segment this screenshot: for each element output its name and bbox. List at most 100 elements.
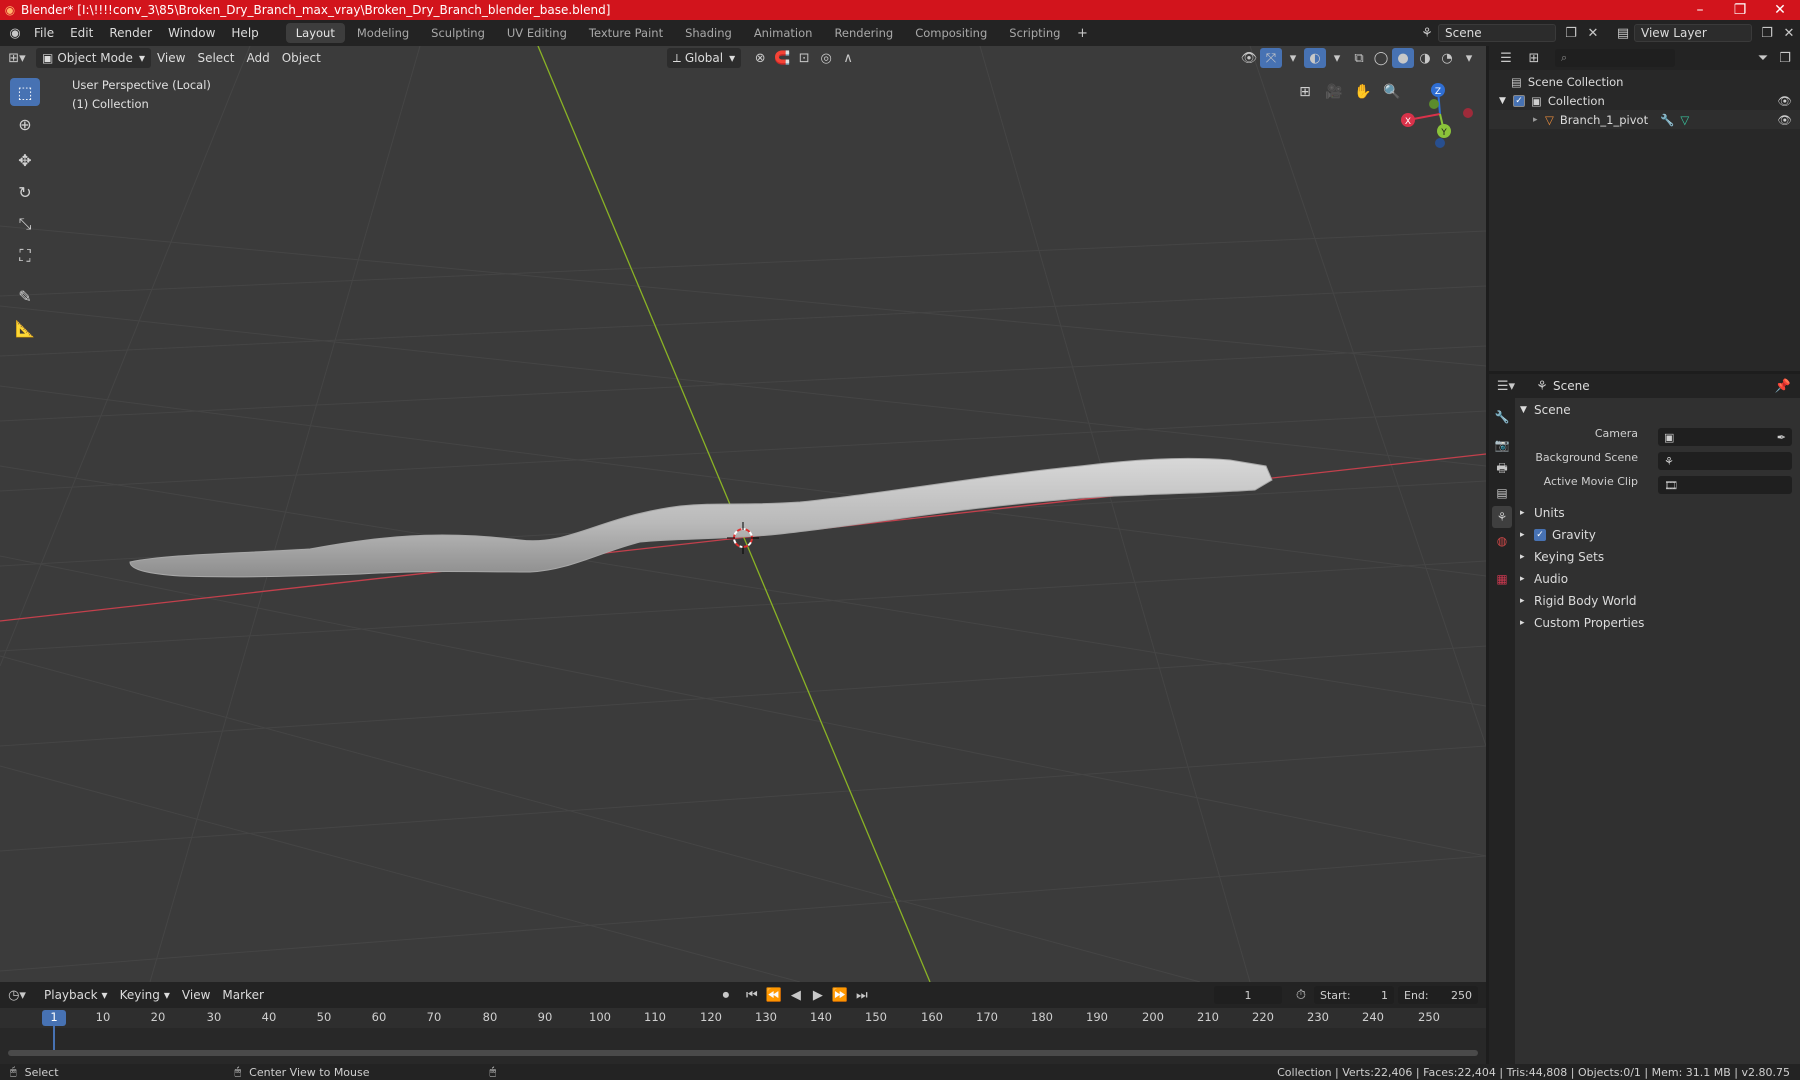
menu-render[interactable]: Render bbox=[101, 20, 160, 46]
shading-dropdown-icon[interactable]: ▾ bbox=[1458, 48, 1480, 68]
proportional-edit-icon[interactable]: ◎ bbox=[815, 48, 837, 68]
keying-sets-subpanel[interactable]: ▸ Keying Sets bbox=[1520, 547, 1798, 567]
menu-add[interactable]: Add bbox=[240, 48, 275, 68]
scene-selector[interactable]: Scene bbox=[1438, 24, 1556, 42]
expand-arrow-icon[interactable]: ▼ bbox=[1499, 96, 1513, 106]
solid-shading-icon[interactable]: ● bbox=[1392, 48, 1414, 68]
scene-browse-icon[interactable]: ⚘ bbox=[1416, 23, 1438, 43]
tool-tab-icon[interactable]: 🔧 bbox=[1492, 406, 1512, 428]
eye-icon[interactable]: 👁 bbox=[1777, 94, 1792, 108]
gravity-subpanel[interactable]: ▸ ✓ Gravity bbox=[1520, 525, 1798, 545]
tab-uv-editing[interactable]: UV Editing bbox=[497, 23, 577, 43]
render-tab-icon[interactable]: 📷 bbox=[1492, 434, 1512, 456]
units-subpanel[interactable]: ▸ Units bbox=[1520, 503, 1798, 523]
tab-rendering[interactable]: Rendering bbox=[824, 23, 903, 43]
view-layer-browse-icon[interactable]: ▤ bbox=[1612, 23, 1634, 43]
blender-menu-icon[interactable]: ◉ bbox=[4, 23, 26, 43]
new-scene-icon[interactable]: ❐ bbox=[1560, 23, 1582, 43]
pan-hand-icon[interactable]: ✋ bbox=[1351, 80, 1375, 104]
navigation-gizmo[interactable]: Z X Y bbox=[1401, 83, 1473, 148]
scale-icon[interactable]: ⤡ bbox=[10, 210, 40, 238]
select-box-icon[interactable]: ⬚ bbox=[10, 78, 40, 106]
background-scene-field[interactable]: ⚘ bbox=[1658, 452, 1792, 470]
menu-object[interactable]: Object bbox=[276, 48, 327, 68]
editor-type-icon[interactable]: ⊞▾ bbox=[6, 48, 28, 68]
overlays-icon[interactable]: ◐ bbox=[1304, 48, 1326, 68]
cursor-icon[interactable]: ⊕ bbox=[10, 110, 40, 138]
new-view-layer-icon[interactable]: ❐ bbox=[1756, 23, 1778, 43]
snap-target-icon[interactable]: ⊡ bbox=[793, 48, 815, 68]
modifier-wrench-icon[interactable]: 🔧 bbox=[1660, 113, 1674, 127]
pin-icon[interactable]: 📌 bbox=[1772, 376, 1794, 396]
tab-sculpting[interactable]: Sculpting bbox=[421, 23, 495, 43]
tab-layout[interactable]: Layout bbox=[285, 23, 345, 43]
jump-keyframe-forward-icon[interactable]: ⏩ bbox=[829, 985, 851, 1005]
current-frame-field[interactable]: 1 bbox=[1214, 986, 1282, 1004]
mesh-data-icon[interactable]: ▽ bbox=[1680, 113, 1689, 127]
properties-editor-type-icon[interactable]: ☰▾ bbox=[1495, 376, 1517, 396]
falloff-icon[interactable]: ∧ bbox=[837, 48, 859, 68]
menu-window[interactable]: Window bbox=[160, 20, 223, 46]
outliner-row-branch[interactable]: ▸ ▽ Branch_1_pivot 🔧 ▽ 👁 bbox=[1489, 110, 1800, 129]
filter-icon[interactable]: ⏷ bbox=[1752, 48, 1774, 68]
menu-file[interactable]: File bbox=[26, 20, 62, 46]
menu-keying[interactable]: Keying ▾ bbox=[114, 985, 176, 1005]
jump-start-icon[interactable]: ⏮ bbox=[741, 985, 763, 1005]
stopwatch-icon[interactable]: ⏱ bbox=[1290, 985, 1312, 1005]
tab-shading[interactable]: Shading bbox=[675, 23, 742, 43]
toggle-camera-view-icon[interactable]: ⊞ bbox=[1293, 80, 1317, 104]
collection-checkbox[interactable]: ✓ bbox=[1513, 94, 1525, 107]
world-tab-icon[interactable]: ◍ bbox=[1492, 530, 1512, 552]
rotate-icon[interactable]: ↻ bbox=[10, 178, 40, 206]
material-shading-icon[interactable]: ◑ bbox=[1414, 48, 1436, 68]
visibility-icon[interactable]: 👁 bbox=[1238, 48, 1260, 68]
menu-timeline-view[interactable]: View bbox=[176, 985, 216, 1005]
custom-properties-subpanel[interactable]: ▸ Custom Properties bbox=[1520, 613, 1798, 633]
record-icon[interactable]: ⏺ bbox=[715, 985, 737, 1005]
eyedropper-icon[interactable]: ✒ bbox=[1777, 431, 1786, 444]
active-movie-clip-field[interactable]: 🎞 bbox=[1658, 476, 1792, 494]
jump-keyframe-back-icon[interactable]: ⏪ bbox=[763, 985, 785, 1005]
play-icon[interactable]: ▶ bbox=[807, 985, 829, 1005]
close-icon[interactable]: ✕ bbox=[1760, 0, 1800, 20]
timeline-scrollbar[interactable] bbox=[8, 1050, 1478, 1056]
texture-tab-icon[interactable]: ▦ bbox=[1492, 568, 1512, 590]
overlays-dropdown-icon[interactable]: ▾ bbox=[1326, 48, 1348, 68]
pivot-point-icon[interactable]: ⊗ bbox=[749, 48, 771, 68]
add-workspace-icon[interactable]: + bbox=[1071, 23, 1093, 43]
outliner-editor-type-icon[interactable]: ☰ bbox=[1495, 48, 1517, 68]
snap-icon[interactable]: 🧲 bbox=[771, 48, 793, 68]
minimize-icon[interactable]: – bbox=[1680, 0, 1720, 20]
tab-scripting[interactable]: Scripting bbox=[999, 23, 1070, 43]
start-frame-field[interactable]: Start: 1 bbox=[1314, 986, 1394, 1004]
3d-viewport[interactable]: Z X Y ⬚ ⊕ ✥ ↻ ⤡ ⛶ ✎ 📐 User Perspective (… bbox=[0, 46, 1486, 982]
outliner-search-input[interactable]: ⌕ bbox=[1555, 49, 1675, 67]
menu-playback[interactable]: Playback ▾ bbox=[38, 985, 114, 1005]
delete-scene-icon[interactable]: ✕ bbox=[1582, 23, 1604, 43]
gravity-checkbox[interactable]: ✓ bbox=[1534, 529, 1546, 541]
view-layer-selector[interactable]: View Layer bbox=[1634, 24, 1752, 42]
camera-field[interactable]: ▣ ✒ bbox=[1658, 428, 1792, 446]
outliner-row-scene-collection[interactable]: ▤ Scene Collection bbox=[1489, 72, 1800, 91]
transform-icon[interactable]: ⛶ bbox=[10, 242, 40, 270]
tab-compositing[interactable]: Compositing bbox=[905, 23, 997, 43]
scene-tab-icon[interactable]: ⚘ bbox=[1492, 506, 1512, 528]
menu-help[interactable]: Help bbox=[223, 20, 266, 46]
overlay-dropdown-icon[interactable]: ▾ bbox=[1282, 48, 1304, 68]
new-collection-icon[interactable]: ❐ bbox=[1774, 48, 1796, 68]
audio-subpanel[interactable]: ▸ Audio bbox=[1520, 569, 1798, 589]
annotate-icon[interactable]: ✎ bbox=[10, 282, 40, 310]
tab-texture-paint[interactable]: Texture Paint bbox=[579, 23, 673, 43]
xray-icon[interactable]: ⧉ bbox=[1348, 48, 1370, 68]
menu-marker[interactable]: Marker bbox=[216, 985, 269, 1005]
wireframe-shading-icon[interactable]: ◯ bbox=[1370, 48, 1392, 68]
delete-view-layer-icon[interactable]: ✕ bbox=[1778, 23, 1800, 43]
menu-select[interactable]: Select bbox=[191, 48, 240, 68]
output-tab-icon[interactable]: 🖶 bbox=[1492, 458, 1512, 480]
rigid-body-world-subpanel[interactable]: ▸ Rigid Body World bbox=[1520, 591, 1798, 611]
gizmo-toggle-icon[interactable]: ⤧ bbox=[1260, 48, 1282, 68]
tab-animation[interactable]: Animation bbox=[744, 23, 823, 43]
end-frame-field[interactable]: End: 250 bbox=[1398, 986, 1478, 1004]
measure-icon[interactable]: 📐 bbox=[10, 314, 40, 342]
jump-end-icon[interactable]: ⏭ bbox=[851, 985, 873, 1005]
